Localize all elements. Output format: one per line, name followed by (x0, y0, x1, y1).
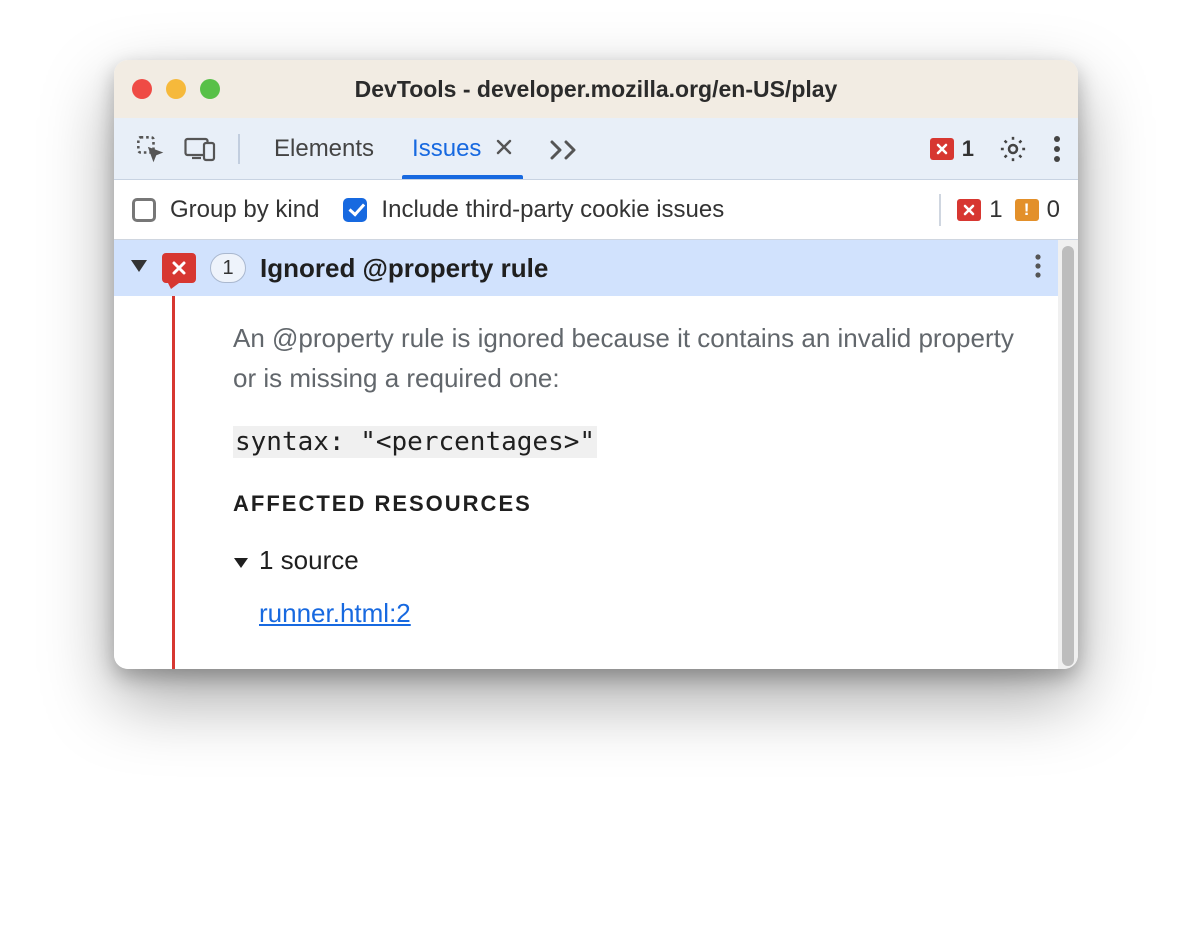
source-link[interactable]: runner.html:2 (259, 598, 411, 628)
close-window-button[interactable] (132, 79, 152, 99)
affected-resources-label: AFFECTED RESOURCES (233, 491, 1018, 517)
scrollbar[interactable] (1058, 240, 1078, 669)
divider (238, 134, 240, 164)
device-toolbar-icon[interactable] (184, 136, 216, 162)
source-link-row: runner.html:2 (259, 598, 1018, 629)
issue-code-snippet: syntax: "<percentages>" (233, 427, 1018, 457)
more-tabs-button[interactable] (535, 118, 597, 179)
include-third-party-checkbox[interactable] (343, 198, 367, 222)
error-icon (957, 199, 981, 221)
minimize-window-button[interactable] (166, 79, 186, 99)
include-third-party-label: Include third-party cookie issues (381, 196, 724, 224)
toolbar-error-badge[interactable]: 1 (930, 136, 974, 162)
collapse-caret-icon[interactable] (130, 259, 148, 278)
error-count-badge[interactable]: 1 (957, 196, 1002, 224)
titlebar: DevTools - developer.mozilla.org/en-US/p… (114, 60, 1078, 118)
issue-description: An @property rule is ignored because it … (233, 318, 1018, 399)
issue-count-pill: 1 (210, 253, 246, 283)
tab-issues-label: Issues (412, 135, 481, 163)
chevron-down-icon (233, 545, 249, 576)
error-count: 1 (989, 196, 1002, 224)
close-tab-icon[interactable] (495, 135, 513, 163)
content-area: 1 Ignored @property rule An @property ru… (114, 240, 1078, 669)
issue-error-icon (162, 253, 196, 283)
issue-code-text: syntax: "<percentages>" (233, 426, 597, 458)
filterbar: Group by kind Include third-party cookie… (114, 180, 1078, 240)
warning-icon: ! (1015, 199, 1039, 221)
tab-elements-label: Elements (274, 135, 374, 163)
warning-count-badge[interactable]: ! 0 (1015, 196, 1060, 224)
issue-header[interactable]: 1 Ignored @property rule (114, 240, 1058, 296)
sources-count-label: 1 source (259, 545, 359, 576)
error-icon (930, 138, 954, 160)
issue-count-value: 1 (222, 257, 233, 280)
tabstrip: Elements Issues (114, 118, 1078, 180)
group-by-kind-label: Group by kind (170, 196, 319, 224)
scrollbar-thumb[interactable] (1062, 246, 1074, 666)
tab-issues[interactable]: Issues (396, 118, 529, 179)
inspect-element-icon[interactable] (136, 135, 164, 163)
issue-body: An @property rule is ignored because it … (172, 296, 1058, 669)
warning-count: 0 (1047, 196, 1060, 224)
issue-menu-button[interactable] (1034, 253, 1042, 284)
sources-toggle[interactable]: 1 source (233, 545, 1018, 576)
devtools-window: DevTools - developer.mozilla.org/en-US/p… (114, 60, 1078, 669)
group-by-kind-checkbox[interactable] (132, 198, 156, 222)
toolbar-error-count: 1 (962, 136, 974, 162)
issue-title: Ignored @property rule (260, 253, 548, 284)
tab-elements[interactable]: Elements (258, 118, 390, 179)
traffic-lights (132, 79, 220, 99)
settings-button[interactable] (998, 134, 1028, 164)
window-title: DevTools - developer.mozilla.org/en-US/p… (114, 76, 1078, 103)
zoom-window-button[interactable] (200, 79, 220, 99)
divider (939, 194, 941, 226)
more-menu-button[interactable] (1052, 135, 1062, 163)
